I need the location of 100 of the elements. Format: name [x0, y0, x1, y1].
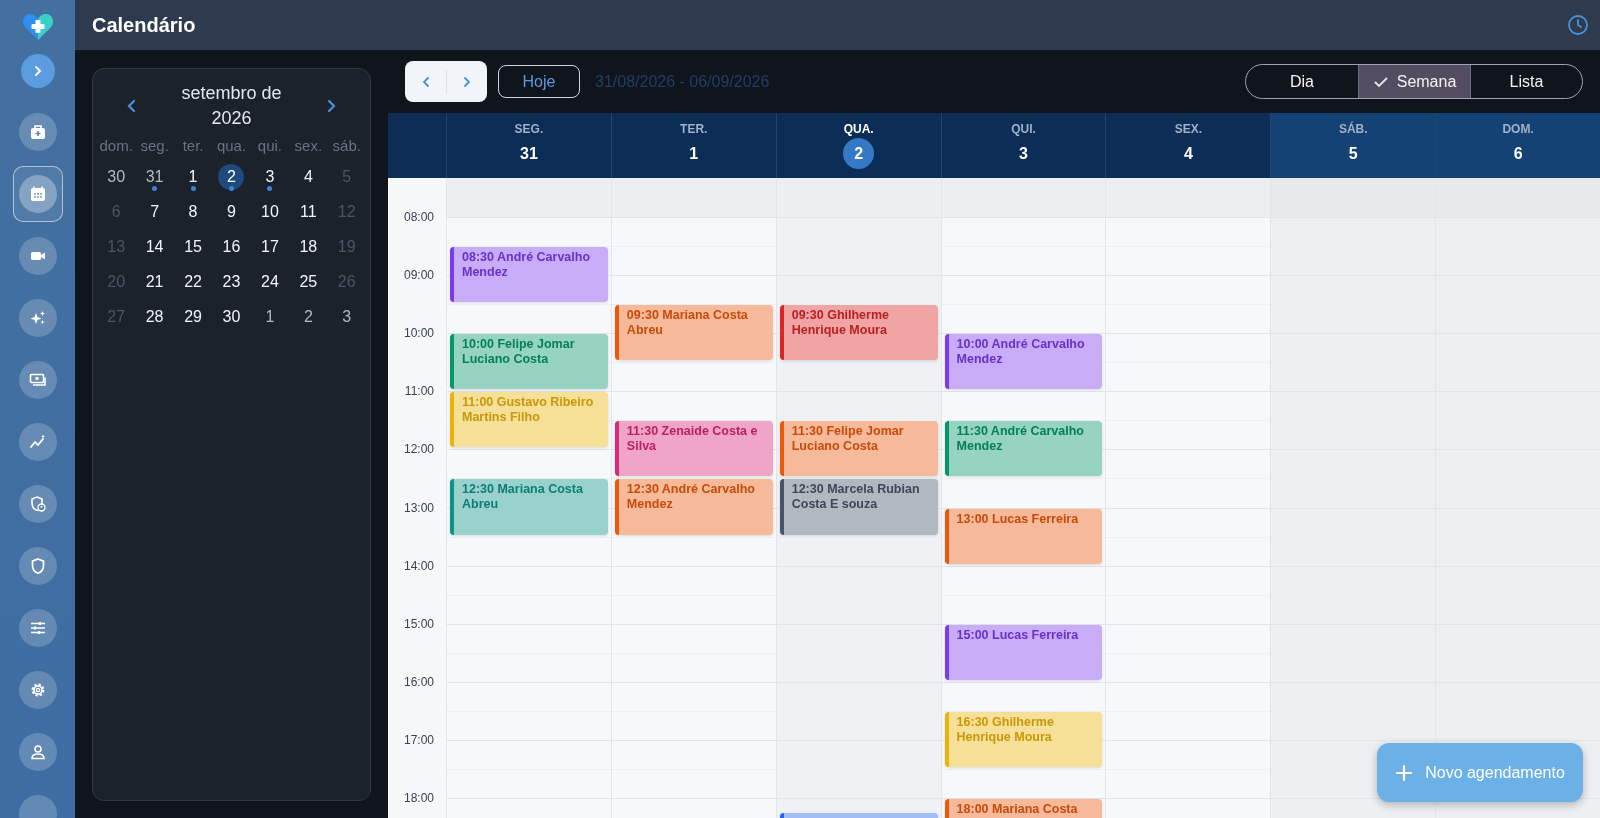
month-title: setembro de 2026 [180, 82, 283, 130]
weekday-label: qua. [215, 137, 248, 156]
hour-label: 11:00 [404, 384, 434, 399]
hour-label: 09:00 [403, 268, 434, 283]
expand-button[interactable] [20, 54, 55, 88]
nav-button[interactable] [18, 113, 57, 151]
calendar-day[interactable]: 2 [218, 163, 245, 190]
appointment-title: 10:00 André Carvalho Mendez [955, 336, 1086, 369]
nav-button[interactable] [18, 175, 57, 213]
page-title: Calendário [92, 13, 196, 37]
calendar-day[interactable]: 14 [141, 233, 168, 260]
appointment[interactable]: 10:00 André Carvalho Mendez [944, 334, 1103, 390]
hour-label: 10:00 [403, 326, 434, 341]
date-range: 31/08/2026 - 06/09/2026 [595, 72, 770, 91]
calendar-day[interactable]: 2 [295, 303, 322, 330]
view-tab[interactable]: Lista [1470, 65, 1582, 98]
appointment-title: 08:30 André Carvalho Mendez [461, 249, 592, 282]
nav-button[interactable] [18, 733, 57, 771]
calendar-day[interactable]: 11 [295, 198, 322, 225]
clock-icon[interactable] [1567, 14, 1589, 36]
weekday-name: QUI. [1011, 122, 1036, 136]
weekday-name: TER. [680, 122, 708, 136]
calendar-day[interactable]: 30 [218, 303, 245, 330]
calendar-day[interactable]: 29 [180, 303, 207, 330]
weekday-name: DOM. [1502, 122, 1534, 136]
appointment-title: 16:30 Ghilherme Henrique Moura [955, 713, 1055, 746]
calendar-day[interactable]: 4 [295, 163, 322, 190]
appointment-title: 11:00 Gustavo Ribeiro Martins Filho [461, 394, 595, 427]
appointment-title: 11:30 Felipe Jomar Luciano Costa [790, 423, 905, 456]
calendar-day[interactable]: 1 [180, 163, 207, 190]
day-number: 3 [1018, 143, 1029, 164]
nav-button[interactable] [18, 547, 57, 585]
logo-icon [21, 12, 54, 42]
calendar-icon [28, 185, 47, 203]
weekday-name: SEX. [1174, 122, 1203, 136]
banknotes-icon [28, 371, 47, 389]
appointment-title: 15:00 Lucas Ferreira [955, 626, 1080, 644]
appointment-title: 11:30 Zenaide Costa e Silva [625, 423, 759, 456]
day-number: 31 [519, 143, 539, 164]
day-number: 6 [1512, 143, 1524, 164]
nav-button[interactable] [18, 423, 57, 461]
weekday-label: qui. [256, 137, 283, 156]
appointment-title: 12:30 André Carvalho Mendez [625, 481, 756, 514]
calendar-day[interactable]: 9 [218, 198, 245, 225]
calendar-day[interactable]: 17 [256, 233, 283, 260]
day-number: 5 [1347, 143, 1359, 164]
calendar-day[interactable]: 31 [141, 163, 168, 190]
calendar-day[interactable]: 16 [218, 233, 245, 260]
appointment-title: 09:30 Ghilherme Henrique Moura [790, 307, 890, 340]
appointment-title: 12:30 Marcela Rubian Costa E souza [790, 481, 921, 514]
calendar-day[interactable]: 22 [180, 268, 207, 295]
appointment-title: 18:00 Mariana Costa [955, 801, 1079, 818]
weekday-name: SÁB. [1338, 122, 1368, 136]
appointment[interactable]: 15:00 Lucas Ferreira [944, 624, 1103, 680]
calendar-day[interactable]: 18 [295, 233, 322, 260]
weekday-name: QUA. [843, 122, 874, 136]
nav-button[interactable] [18, 361, 57, 399]
calendar-day[interactable]: 1 [256, 303, 283, 330]
calendar-day[interactable]: 7 [141, 198, 168, 225]
sliders-icon [28, 619, 47, 637]
calendar-day[interactable]: 3 [333, 303, 360, 330]
nav-button[interactable] [18, 299, 57, 337]
hour-label: 18:00 [403, 791, 434, 805]
day-number: 2 [843, 138, 875, 169]
hour-label: 12:00 [403, 442, 434, 457]
shield-user-icon [28, 495, 47, 513]
calendar-day[interactable]: 8 [180, 198, 207, 225]
hour-label: 14:00 [403, 558, 434, 573]
trend-chart-icon [28, 433, 47, 451]
nav-button[interactable] [18, 237, 57, 275]
calendar-day[interactable]: 25 [295, 268, 322, 295]
calendar-day[interactable]: 15 [180, 233, 207, 260]
hour-label: 15:00 [403, 616, 434, 631]
day-number: 1 [688, 143, 700, 164]
nav-button[interactable] [18, 485, 57, 523]
nav-button[interactable] [18, 609, 57, 647]
appointment-title: 09:30 Mariana Costa Abreu [625, 307, 749, 340]
medical-bag-icon [28, 123, 47, 141]
hour-label: 08:00 [403, 210, 434, 224]
appointment[interactable]: 08:30 André Carvalho Mendez [450, 247, 608, 303]
plus-icon [1395, 763, 1414, 782]
calendar-day[interactable]: 30 [103, 163, 130, 190]
calendar-day[interactable]: 3 [256, 163, 283, 190]
nav-button[interactable] [18, 671, 57, 709]
day-number: 4 [1182, 143, 1194, 164]
calendar-day[interactable]: 21 [141, 268, 168, 295]
calendar-day[interactable]: 28 [141, 303, 168, 330]
calendar-day[interactable]: 10 [256, 198, 283, 225]
view-tab[interactable]: Dia [1246, 65, 1358, 98]
view-tab[interactable]: Semana [1358, 65, 1470, 98]
hour-label: 17:00 [403, 732, 434, 747]
today-button[interactable]: Hoje [498, 65, 580, 98]
user-icon [28, 743, 47, 761]
weekday-label: sex. [293, 137, 324, 156]
appointment-title: 11:30 André Carvalho Mendez [955, 423, 1085, 456]
weekday-label: seg. [139, 137, 170, 156]
calendar-day[interactable]: 23 [218, 268, 245, 295]
appointment[interactable]: 12:30 Marcela Rubian Costa E souza [779, 479, 938, 535]
calendar-day[interactable]: 24 [256, 268, 283, 295]
weekday-label: sáb. [331, 137, 362, 156]
